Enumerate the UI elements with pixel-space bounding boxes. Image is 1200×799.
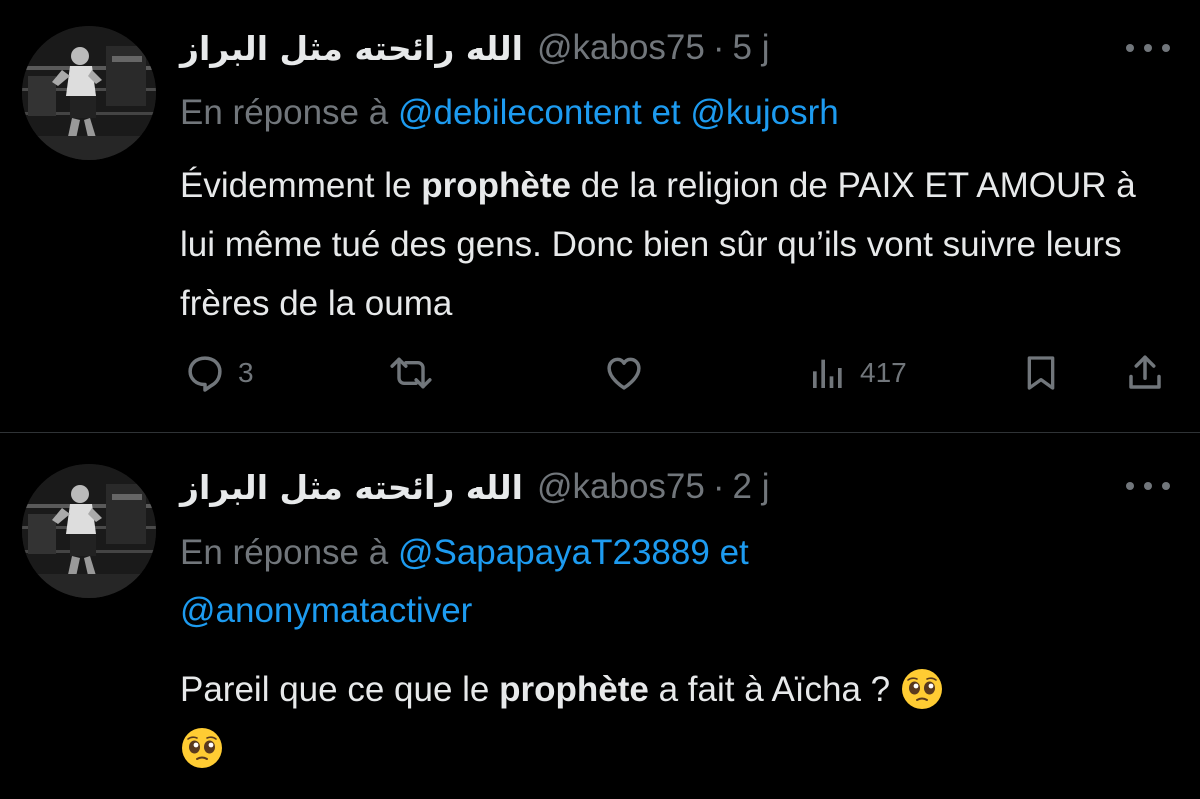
- views-count: 417: [860, 357, 907, 388]
- more-dot: [1126, 44, 1134, 52]
- reply-context: En réponse à @debilecontent et @kujosrh: [180, 84, 1170, 142]
- separator-dot: ·: [712, 467, 725, 506]
- reply-button[interactable]: 3: [184, 345, 254, 401]
- more-dot: [1126, 482, 1134, 490]
- tweet-1[interactable]: الله رائحته مثل البراز @kabos75 · 5 j En…: [0, 0, 1200, 432]
- reply-prefix: En réponse à: [180, 93, 389, 132]
- reply-count: 3: [238, 357, 254, 388]
- reply-joiner: et: [651, 93, 681, 132]
- bar-chart-icon: [813, 359, 842, 388]
- mention-link[interactable]: @anonymatactiver: [180, 591, 472, 630]
- mention-link[interactable]: @SapapayaT23889: [398, 533, 710, 572]
- avatar[interactable]: [22, 26, 156, 160]
- separator-dot: ·: [712, 28, 725, 67]
- reply-joiner: et: [719, 533, 749, 572]
- user-handle[interactable]: @kabos75: [537, 467, 705, 507]
- display-name[interactable]: الله رائحته مثل البراز: [180, 29, 523, 68]
- mention-link[interactable]: @debilecontent: [398, 93, 642, 132]
- more-dot: [1162, 44, 1170, 52]
- reply-prefix: En réponse à: [180, 533, 389, 572]
- retweet-arrows-icon: [390, 357, 432, 389]
- views-button[interactable]: 417: [808, 345, 907, 401]
- more-dot: [1144, 44, 1152, 52]
- share-button[interactable]: [1124, 345, 1166, 401]
- ellipsis-icon[interactable]: [1126, 38, 1170, 58]
- tweet-feed: الله رائحته مثل البراز @kabos75 · 5 j En…: [0, 0, 1200, 799]
- user-handle[interactable]: @kabos75: [537, 28, 705, 68]
- speech-bubble-icon: [188, 356, 222, 392]
- bookmark-button[interactable]: [1021, 345, 1061, 401]
- avatar[interactable]: [22, 464, 156, 598]
- tweet-text: Évidemment le prophète de la religion de…: [180, 156, 1170, 333]
- tweet-text-bold: prophète: [499, 670, 649, 709]
- display-name[interactable]: الله رائحته مثل البراز: [180, 468, 523, 507]
- pleading-face-emoji: [901, 668, 942, 709]
- more-dot: [1162, 482, 1170, 490]
- tweet-2[interactable]: الله رائحته مثل البراز @kabos75 · 2 j En…: [0, 433, 1200, 799]
- heart-icon: [607, 357, 641, 390]
- like-button[interactable]: [603, 345, 645, 401]
- timestamp[interactable]: 5 j: [733, 28, 770, 68]
- tweet-actions: 3 417: [0, 345, 1200, 401]
- reply-context: En réponse à @SapapayaT23889 et @anonyma…: [180, 524, 1170, 640]
- mention-link[interactable]: @kujosrh: [690, 93, 838, 132]
- tweet-text-part: Pareil que ce que le: [180, 670, 490, 709]
- tweet-text-bold: prophète: [421, 166, 571, 205]
- tweet-text-part: a fait à Aïcha ?: [658, 670, 891, 709]
- tweet-header: الله رائحته مثل البراز @kabos75 · 5 j: [180, 23, 1140, 73]
- retweet-button[interactable]: [387, 345, 435, 401]
- ellipsis-icon[interactable]: [1126, 476, 1170, 496]
- pleading-face-emoji: [182, 727, 222, 768]
- bookmark-icon: [1027, 356, 1055, 390]
- tweet-text: Pareil que ce que le prophète a fait à A…: [180, 660, 1170, 778]
- share-upload-icon: [1129, 355, 1161, 389]
- tweet-text-part: Évidemment le: [180, 166, 412, 205]
- timestamp[interactable]: 2 j: [733, 467, 770, 507]
- tweet-header: الله رائحته مثل البراز @kabos75 · 2 j: [180, 462, 1140, 512]
- more-dot: [1144, 482, 1152, 490]
